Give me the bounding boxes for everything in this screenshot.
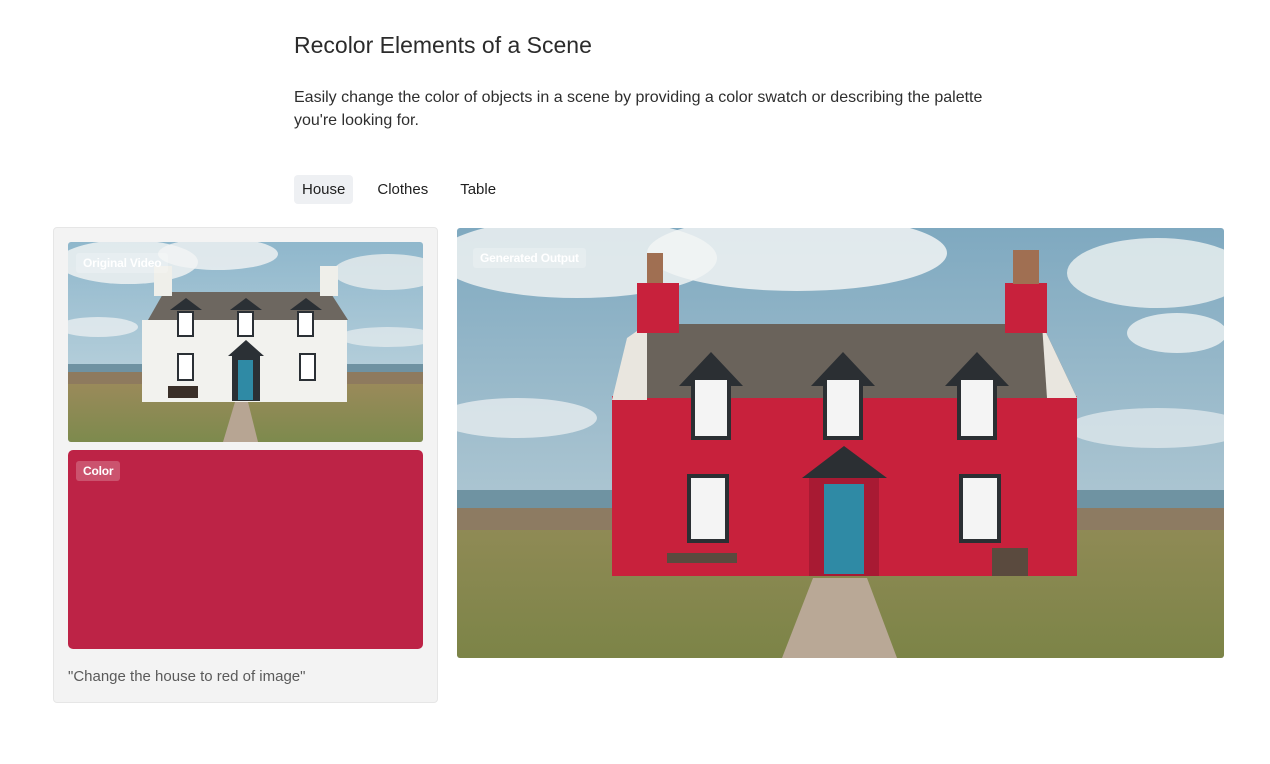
generated-house-image bbox=[457, 228, 1224, 658]
original-video-label: Original Video bbox=[76, 253, 169, 273]
prompt-text: "Change the house to red of image" bbox=[68, 668, 306, 685]
tab-clothes[interactable]: Clothes bbox=[369, 175, 436, 204]
generated-output-label: Generated Output bbox=[473, 248, 586, 268]
input-panel: Original Video Color "Change the house t… bbox=[53, 227, 438, 703]
original-video[interactable]: Original Video bbox=[68, 242, 423, 442]
page-title: Recolor Elements of a Scene bbox=[294, 32, 592, 58]
tab-table[interactable]: Table bbox=[452, 175, 504, 204]
color-swatch[interactable]: Color bbox=[68, 450, 423, 649]
page-description: Easily change the color of objects in a … bbox=[294, 89, 983, 129]
tab-house[interactable]: House bbox=[294, 175, 354, 204]
color-label: Color bbox=[76, 461, 121, 481]
generated-output[interactable]: Generated Output bbox=[457, 228, 1224, 658]
example-tabs: House Clothes Table bbox=[294, 175, 504, 204]
